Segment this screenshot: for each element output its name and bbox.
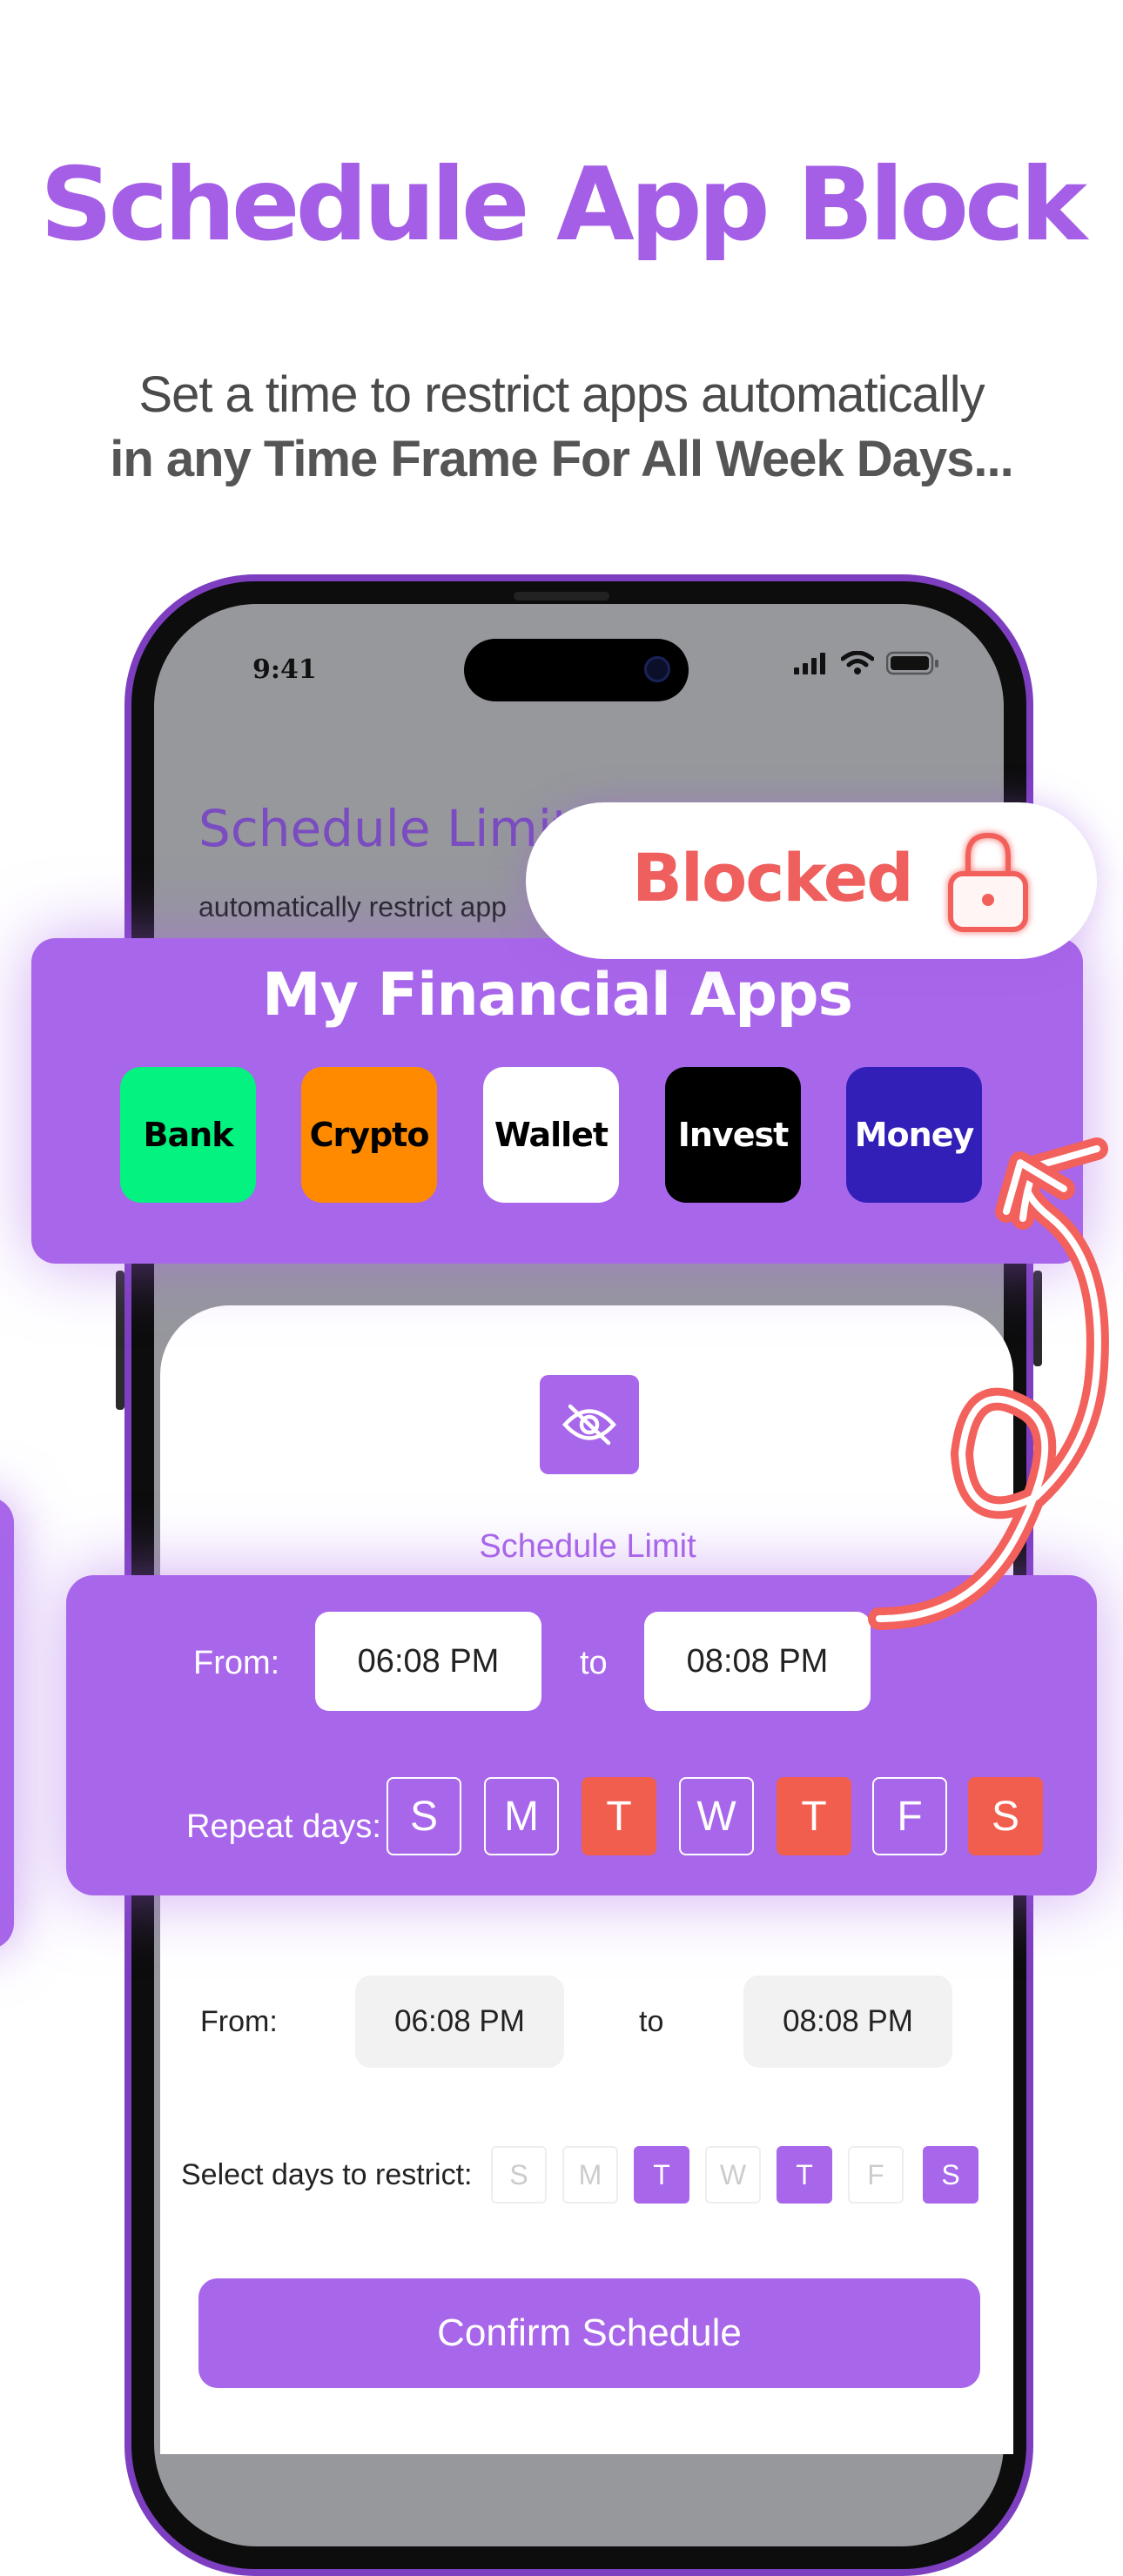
to-label: to xyxy=(580,1645,608,1681)
lower-day-tuesday[interactable]: T xyxy=(634,2146,689,2204)
day-toggle-wednesday[interactable]: W xyxy=(679,1777,754,1855)
lower-day-sunday[interactable]: S xyxy=(491,2146,547,2204)
battery-icon xyxy=(886,651,938,675)
lower-day-wednesday[interactable]: W xyxy=(705,2146,761,2204)
repeat-days-label: Repeat days: xyxy=(186,1808,381,1845)
app-tile-wallet[interactable]: Wallet xyxy=(483,1067,619,1203)
lock-icon xyxy=(948,832,1028,932)
select-days-label: Select days to restrict: xyxy=(181,2158,473,2191)
day-toggle-tuesday[interactable]: T xyxy=(582,1777,656,1855)
background-screen-text: automatically restrict app xyxy=(198,891,507,922)
lower-from-label: From: xyxy=(200,2005,278,2038)
lower-day-friday[interactable]: F xyxy=(848,2146,904,2204)
signal-icon xyxy=(794,653,825,674)
day-toggle-saturday[interactable]: S xyxy=(968,1777,1043,1855)
schedule-time-card: From: 06:08 PM to 08:08 PM Repeat days: … xyxy=(66,1575,1097,1895)
phone-side-button xyxy=(116,1271,124,1410)
status-icons xyxy=(794,651,940,675)
wifi-icon xyxy=(841,651,874,674)
to-time-field[interactable]: 08:08 PM xyxy=(644,1612,871,1711)
day-toggle-monday[interactable]: M xyxy=(484,1777,559,1855)
app-tile-money[interactable]: Money xyxy=(846,1067,982,1203)
from-time-field[interactable]: 06:08 PM xyxy=(315,1612,541,1711)
subtitle-line-1: Set a time to restrict apps automaticall… xyxy=(138,366,985,423)
subtitle-line-2: in any Time Frame For All Week Days... xyxy=(110,431,1014,487)
apps-card-title: My Financial Apps xyxy=(261,961,853,1030)
financial-apps-card: My Financial Apps Bank Crypto Wallet Inv… xyxy=(31,938,1083,1264)
blocked-label: Blocked xyxy=(632,839,914,916)
lower-day-saturday[interactable]: S xyxy=(923,2146,978,2204)
app-tile-bank[interactable]: Bank xyxy=(120,1067,256,1203)
lower-from-time-field[interactable]: 06:08 PM xyxy=(355,1976,564,2068)
background-screen-title: Schedule Limit xyxy=(198,799,572,858)
confirm-schedule-button[interactable]: Confirm Schedule xyxy=(198,2278,980,2388)
status-time: 9:41 xyxy=(252,654,317,685)
page-headline: Schedule App Block xyxy=(39,146,1087,264)
lower-day-thursday[interactable]: T xyxy=(777,2146,832,2204)
sheet-title: Schedule Limit xyxy=(479,1528,696,1565)
phone-side-button xyxy=(1033,1271,1042,1366)
phone-speaker xyxy=(514,592,609,600)
app-tile-invest[interactable]: Invest xyxy=(665,1067,801,1203)
day-toggle-thursday[interactable]: T xyxy=(777,1777,851,1855)
app-tile-crypto[interactable]: Crypto xyxy=(301,1067,437,1203)
lower-day-monday[interactable]: M xyxy=(562,2146,618,2204)
day-toggle-friday[interactable]: F xyxy=(872,1777,947,1855)
eye-off-icon xyxy=(540,1375,639,1474)
camera-icon xyxy=(644,656,670,682)
lower-to-time-field[interactable]: 08:08 PM xyxy=(743,1976,952,2068)
day-toggle-sunday[interactable]: S xyxy=(387,1777,461,1855)
lower-to-label: to xyxy=(639,2005,664,2038)
from-label: From: xyxy=(193,1645,280,1681)
